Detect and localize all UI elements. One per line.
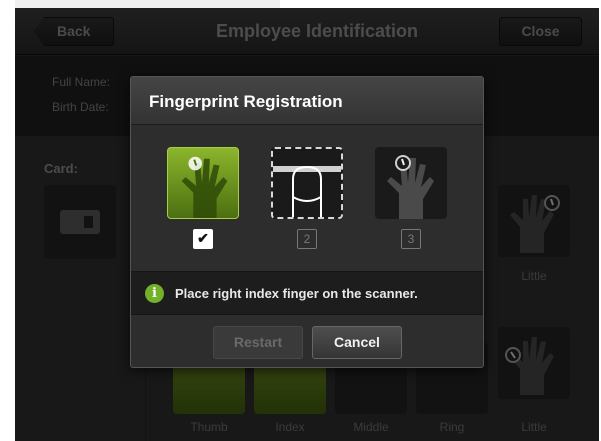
top-edge-strip xyxy=(15,0,280,8)
hand-icon xyxy=(181,156,228,218)
dialog-title: Fingerprint Registration xyxy=(149,92,343,111)
instruction-text: Place right index finger on the scanner. xyxy=(175,286,418,301)
step-3-hand-scan xyxy=(375,147,447,219)
step-2-scanner xyxy=(271,147,343,219)
restart-button[interactable]: Restart xyxy=(213,326,303,359)
step-3-number: 3 xyxy=(401,229,421,249)
cancel-button[interactable]: Cancel xyxy=(312,326,402,359)
step-1-hand-scan xyxy=(167,147,239,219)
instruction-bar: i Place right index finger on the scanne… xyxy=(131,271,483,315)
fingerprint-registration-dialog: Fingerprint Registration ✔ 2 3 i Place r… xyxy=(130,76,484,368)
info-icon: i xyxy=(145,284,164,303)
fingerprint-scanner-icon xyxy=(273,165,341,217)
hand-icon xyxy=(387,155,434,219)
step-2-number: 2 xyxy=(297,229,317,249)
step-1-checkmark-icon: ✔ xyxy=(193,229,213,249)
